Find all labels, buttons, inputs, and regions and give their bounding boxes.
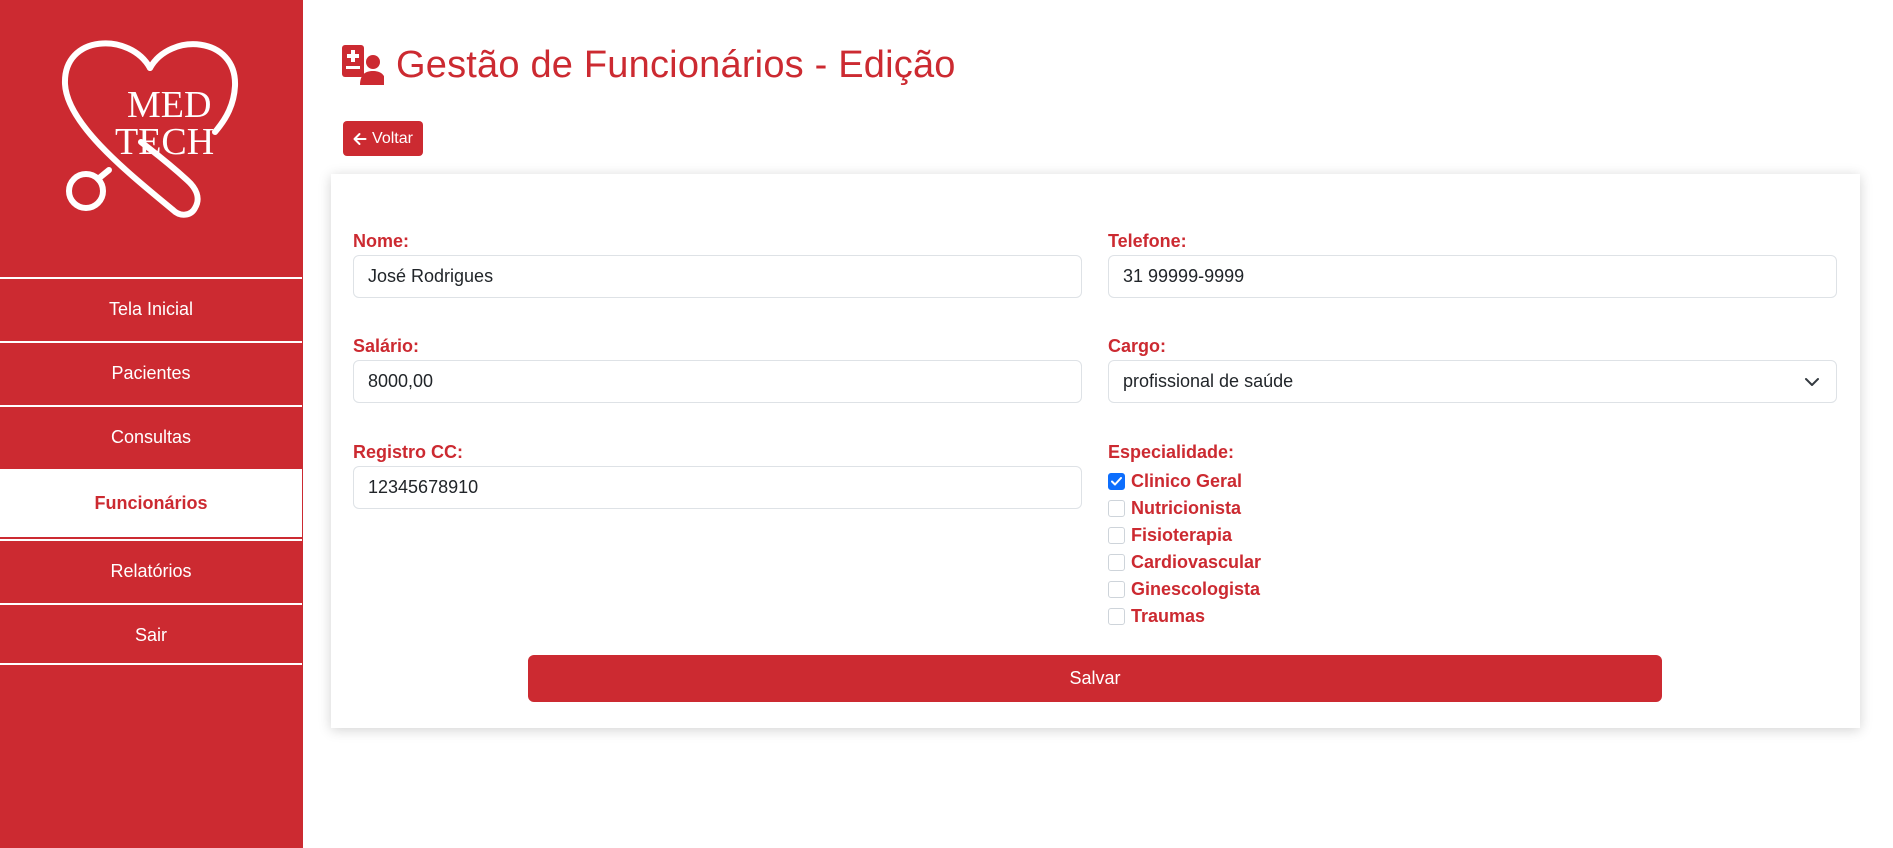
salario-label: Salário: bbox=[353, 336, 420, 356]
salario-input[interactable]: 8000,00 bbox=[353, 360, 1082, 403]
save-button[interactable]: Salvar bbox=[528, 655, 1662, 702]
page-title: Gestão de Funcionários - Edição bbox=[342, 40, 956, 90]
chevron-down-icon bbox=[1805, 378, 1819, 386]
checkbox[interactable] bbox=[1108, 500, 1125, 517]
especialidade-option[interactable]: Fisioterapia bbox=[1108, 522, 1261, 549]
especialidade-option-label: Nutricionista bbox=[1131, 498, 1242, 518]
nome-input[interactable]: José Rodrigues bbox=[353, 255, 1082, 298]
telefone-label: Telefone: bbox=[1108, 231, 1187, 251]
nome-label: Nome: bbox=[353, 231, 410, 251]
especialidade-option[interactable]: Nutricionista bbox=[1108, 495, 1261, 522]
registro-cc-input[interactable]: 12345678910 bbox=[353, 466, 1082, 509]
checkbox[interactable] bbox=[1108, 581, 1125, 598]
sidebar-item-relatorios[interactable]: Relatórios bbox=[0, 539, 302, 601]
registro-cc-label: Registro CC: bbox=[353, 442, 464, 462]
sidebar-item-funcionarios[interactable]: Funcionários bbox=[0, 469, 302, 537]
checkbox-checked[interactable] bbox=[1108, 473, 1125, 490]
telefone-input[interactable]: 31 99999-9999 bbox=[1108, 255, 1837, 298]
cargo-select-value: profissional de saúde bbox=[1123, 371, 1294, 391]
especialidade-option[interactable]: Cardiovascular bbox=[1108, 549, 1261, 576]
checkbox[interactable] bbox=[1108, 554, 1125, 571]
checkbox[interactable] bbox=[1108, 527, 1125, 544]
sidebar-item-tela-inicial[interactable]: Tela Inicial bbox=[0, 277, 302, 339]
cargo-label: Cargo: bbox=[1108, 336, 1166, 356]
app: MED TECH Tela Inicial Pacientes Consulta… bbox=[0, 0, 1893, 848]
medtech-logo: MED TECH bbox=[61, 40, 239, 218]
employee-form-card: Nome: José Rodrigues Telefone: 31 99999-… bbox=[331, 174, 1860, 728]
sidebar-item-pacientes[interactable]: Pacientes bbox=[0, 341, 302, 403]
user-medical-icon bbox=[342, 45, 384, 85]
cargo-select[interactable]: profissional de saúde bbox=[1108, 360, 1837, 403]
especialidade-option-label: Ginescologista bbox=[1131, 579, 1261, 599]
checkmark-icon bbox=[1111, 477, 1122, 486]
especialidade-option-label: Fisioterapia bbox=[1131, 525, 1233, 545]
back-button[interactable]: Voltar bbox=[343, 121, 423, 156]
sidebar-nav: Tela Inicial Pacientes Consultas Funcion… bbox=[0, 277, 302, 665]
especialidade-label: Especialidade: bbox=[1108, 442, 1235, 462]
sidebar-item-sair[interactable]: Sair bbox=[0, 603, 302, 665]
checkbox[interactable] bbox=[1108, 608, 1125, 625]
arrow-left-icon bbox=[353, 132, 367, 145]
especialidade-option[interactable]: Traumas bbox=[1108, 603, 1261, 630]
especialidade-option-label: Traumas bbox=[1131, 606, 1206, 626]
sidebar-item-consultas[interactable]: Consultas bbox=[0, 405, 302, 467]
svg-text:MED: MED bbox=[127, 84, 211, 126]
svg-text:TECH: TECH bbox=[115, 121, 214, 163]
sidebar: MED TECH Tela Inicial Pacientes Consulta… bbox=[0, 0, 303, 848]
back-button-label: Voltar bbox=[372, 129, 413, 147]
page-title-text: Gestão de Funcionários - Edição bbox=[396, 43, 956, 86]
especialidade-option-label: Cardiovascular bbox=[1131, 552, 1262, 572]
especialidade-option-label: Clinico Geral bbox=[1131, 471, 1243, 491]
especialidade-checkbox-group: Clinico Geral Nutricionista Fisioterapia… bbox=[1108, 468, 1261, 630]
especialidade-option[interactable]: Clinico Geral bbox=[1108, 468, 1261, 495]
especialidade-option[interactable]: Ginescologista bbox=[1108, 576, 1261, 603]
